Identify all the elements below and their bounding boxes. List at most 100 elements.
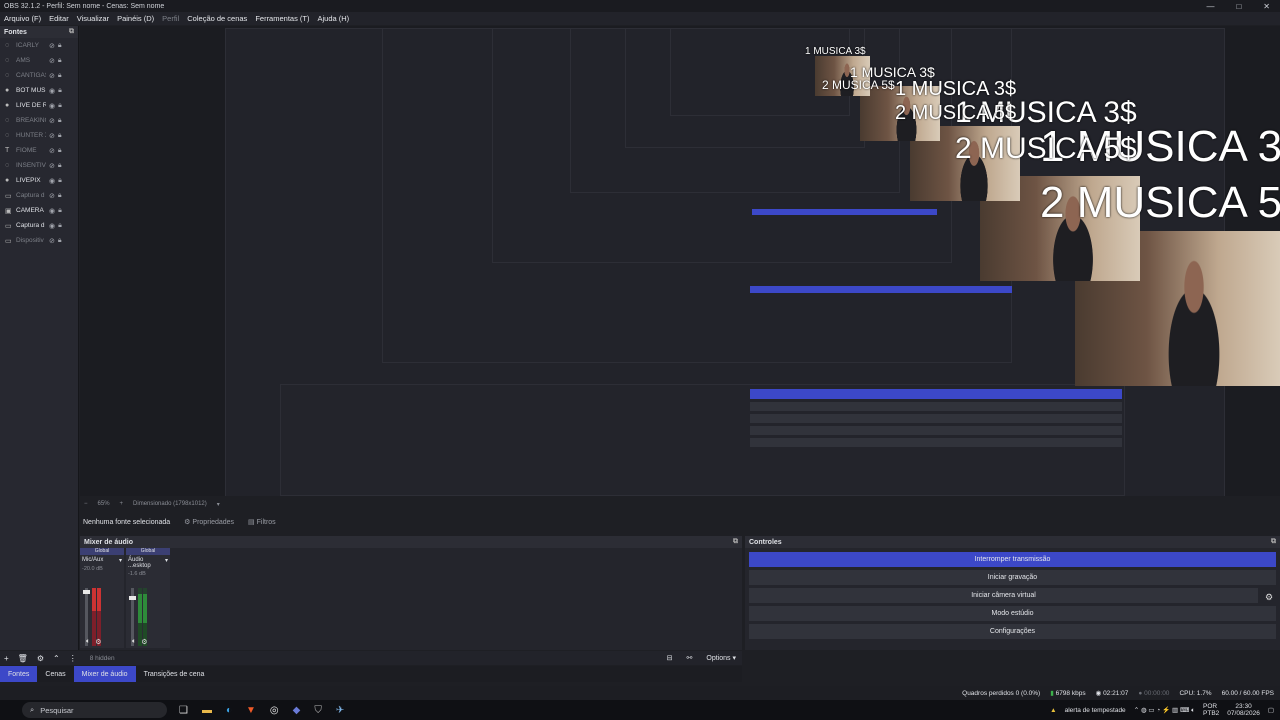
- tray-icons[interactable]: ⌃ ◍ ▭ ◔ ⚡ ▥ ⌨ 🔈︎: [1134, 706, 1195, 715]
- chevron-down-icon[interactable]: ▾: [165, 557, 168, 569]
- zoom-out-icon[interactable]: −: [84, 501, 88, 507]
- source-item[interactable]: ▣ CAMERA ◉ 🔒︎: [0, 203, 78, 218]
- menu-editar[interactable]: Editar: [49, 14, 69, 23]
- lock-icon[interactable]: 🔒︎: [58, 117, 62, 125]
- source-item[interactable]: ● LIVEPIX ◉ 🔒︎: [0, 173, 78, 188]
- preview-dimensions[interactable]: Dimensionado (1798x1012): [133, 501, 207, 507]
- file-explorer-icon[interactable]: ▬: [202, 705, 212, 716]
- source-item[interactable]: ◌ AMS ⊘ 🔒︎: [0, 53, 78, 68]
- menu-visualizar[interactable]: Visualizar: [77, 14, 109, 23]
- brave-icon[interactable]: ▼: [246, 705, 256, 716]
- tab-fontes[interactable]: Fontes: [0, 666, 38, 682]
- source-item[interactable]: ▭ Dispositiv ⊘ 🔒︎: [0, 233, 78, 248]
- lock-icon[interactable]: 🔒︎: [58, 192, 62, 200]
- language[interactable]: POR PTB2: [1203, 703, 1219, 717]
- eye-icon[interactable]: ◉: [49, 222, 55, 230]
- add-source-icon[interactable]: +: [4, 654, 9, 663]
- settings-icon[interactable]: ⚙: [95, 638, 101, 646]
- source-item[interactable]: ● LIVE DE R ◉ 🔒︎: [0, 98, 78, 113]
- studio-mode-button[interactable]: Modo estúdio: [749, 606, 1276, 621]
- lock-icon[interactable]: 🔒︎: [58, 177, 62, 185]
- stop-streaming-button[interactable]: Interromper transmissão: [749, 552, 1276, 567]
- eye-icon[interactable]: ◉: [49, 102, 55, 110]
- close-button[interactable]: ✕: [1263, 2, 1270, 11]
- layout-icon[interactable]: ⊟: [667, 654, 673, 662]
- source-item[interactable]: ▭ Captura d ◉ 🔒︎: [0, 218, 78, 233]
- lock-icon[interactable]: 🔒︎: [58, 57, 62, 65]
- lock-icon[interactable]: 🔒︎: [58, 132, 62, 140]
- lock-icon[interactable]: 🔒︎: [58, 72, 62, 80]
- source-item[interactable]: ▭ Captura d ⊘ 🔒︎: [0, 188, 78, 203]
- preview-canvas[interactable]: 1 MUSICA 3$ 2 MUSICA 5$ 1 MUSICA 3$ 2 MU…: [80, 26, 1280, 496]
- dock-icon[interactable]: ⧉: [733, 538, 738, 546]
- eye-off-icon[interactable]: ⊘: [49, 162, 55, 170]
- dock-icon[interactable]: ⧉: [69, 28, 74, 36]
- warning-icon[interactable]: ▲: [1050, 707, 1056, 714]
- shield-icon[interactable]: ⛉: [314, 705, 322, 716]
- eye-icon[interactable]: ◉: [49, 177, 55, 185]
- eye-off-icon[interactable]: ⊘: [49, 237, 55, 245]
- menu-colecao-cenas[interactable]: Coleção de cenas: [187, 14, 247, 23]
- move-up-icon[interactable]: ⌃: [53, 654, 60, 663]
- edge-icon[interactable]: ◐: [226, 705, 232, 716]
- gear-icon[interactable]: ⚙: [37, 654, 44, 663]
- minimize-button[interactable]: —: [1206, 2, 1214, 11]
- eye-off-icon[interactable]: ⊘: [49, 132, 55, 140]
- source-item[interactable]: T FIOME ⊘ 🔒︎: [0, 143, 78, 158]
- maximize-button[interactable]: □: [1236, 2, 1241, 11]
- eye-off-icon[interactable]: ⊘: [49, 72, 55, 80]
- lock-icon[interactable]: 🔒︎: [58, 42, 62, 50]
- clock[interactable]: 23:30 07/08/2026: [1227, 703, 1260, 717]
- menu-arquivo[interactable]: Arquivo (F): [4, 14, 41, 23]
- lock-icon[interactable]: 🔒︎: [58, 162, 62, 170]
- filters-button[interactable]: ▤ Filtros: [248, 518, 276, 526]
- taskbar-search[interactable]: ⌕ Pesquisar: [22, 702, 167, 718]
- chevron-down-icon[interactable]: ▾: [217, 501, 220, 508]
- notifications-icon[interactable]: ▢: [1268, 706, 1274, 714]
- lock-icon[interactable]: 🔒︎: [58, 147, 62, 155]
- source-item[interactable]: ◌ INSENTIV ⊘ 🔒︎: [0, 158, 78, 173]
- speaker-icon[interactable]: 🔈︎: [86, 638, 90, 646]
- tab-transicoes[interactable]: Transições de cena: [136, 666, 213, 682]
- dock-icon[interactable]: ⧉: [1271, 538, 1276, 546]
- source-item[interactable]: ◌ BREAKING⊘🔒︎: [0, 113, 78, 128]
- eye-icon[interactable]: ◉: [49, 207, 55, 215]
- app-icon[interactable]: ◆: [293, 705, 301, 716]
- eye-icon[interactable]: ◉: [49, 87, 55, 95]
- lock-icon[interactable]: 🔒︎: [58, 87, 62, 95]
- weather-alert[interactable]: alerta de tempestade: [1065, 707, 1126, 714]
- trash-icon[interactable]: 🗑︎: [18, 654, 28, 663]
- eye-off-icon[interactable]: ⊘: [49, 57, 55, 65]
- eye-off-icon[interactable]: ⊘: [49, 117, 55, 125]
- start-recording-button[interactable]: Iniciar gravação: [749, 570, 1276, 585]
- lock-icon[interactable]: 🔒︎: [58, 222, 62, 230]
- chevron-down-icon[interactable]: ▾: [119, 557, 122, 564]
- more-icon[interactable]: ⋮: [69, 654, 77, 663]
- lock-icon[interactable]: 🔒︎: [58, 207, 62, 215]
- eye-off-icon[interactable]: ⊘: [49, 42, 55, 50]
- source-item[interactable]: ◌ HUNTER X ⊘ 🔒︎: [0, 128, 78, 143]
- menu-paineis[interactable]: Painéis (D): [117, 14, 154, 23]
- settings-button[interactable]: Configurações: [749, 624, 1276, 639]
- eye-off-icon[interactable]: ⊘: [49, 192, 55, 200]
- virtual-camera-settings-icon[interactable]: ⚙: [1262, 590, 1276, 605]
- settings-icon[interactable]: ⚙: [141, 638, 147, 646]
- source-item[interactable]: ◌ CANTIGAS ⊘ 🔒︎: [0, 68, 78, 83]
- menu-ferramentas[interactable]: Ferramentas (T): [255, 14, 309, 23]
- properties-button[interactable]: ⚙ Propriedades: [184, 518, 234, 526]
- eye-off-icon[interactable]: ⊘: [49, 147, 55, 155]
- speaker-icon[interactable]: 🔈︎: [132, 638, 136, 646]
- menu-ajuda[interactable]: Ajuda (H): [318, 14, 350, 23]
- lock-icon[interactable]: 🔒︎: [58, 237, 62, 245]
- lock-icon[interactable]: 🔒︎: [58, 102, 62, 110]
- task-view-icon[interactable]: ❑: [179, 705, 188, 716]
- start-virtual-camera-button[interactable]: Iniciar câmera virtual: [749, 588, 1258, 603]
- tab-mixer[interactable]: Mixer de áudio: [73, 666, 136, 682]
- source-item[interactable]: ● BOT MUSI ◉ 🔒︎: [0, 83, 78, 98]
- obs-icon[interactable]: ◎: [270, 705, 279, 716]
- steam-icon[interactable]: ✈: [336, 705, 344, 716]
- tab-cenas[interactable]: Cenas: [37, 666, 73, 682]
- link-icon[interactable]: ⚯: [687, 654, 693, 662]
- source-item[interactable]: ◌ ICARLY ⊘ 🔒︎: [0, 38, 78, 53]
- zoom-in-icon[interactable]: +: [120, 501, 124, 507]
